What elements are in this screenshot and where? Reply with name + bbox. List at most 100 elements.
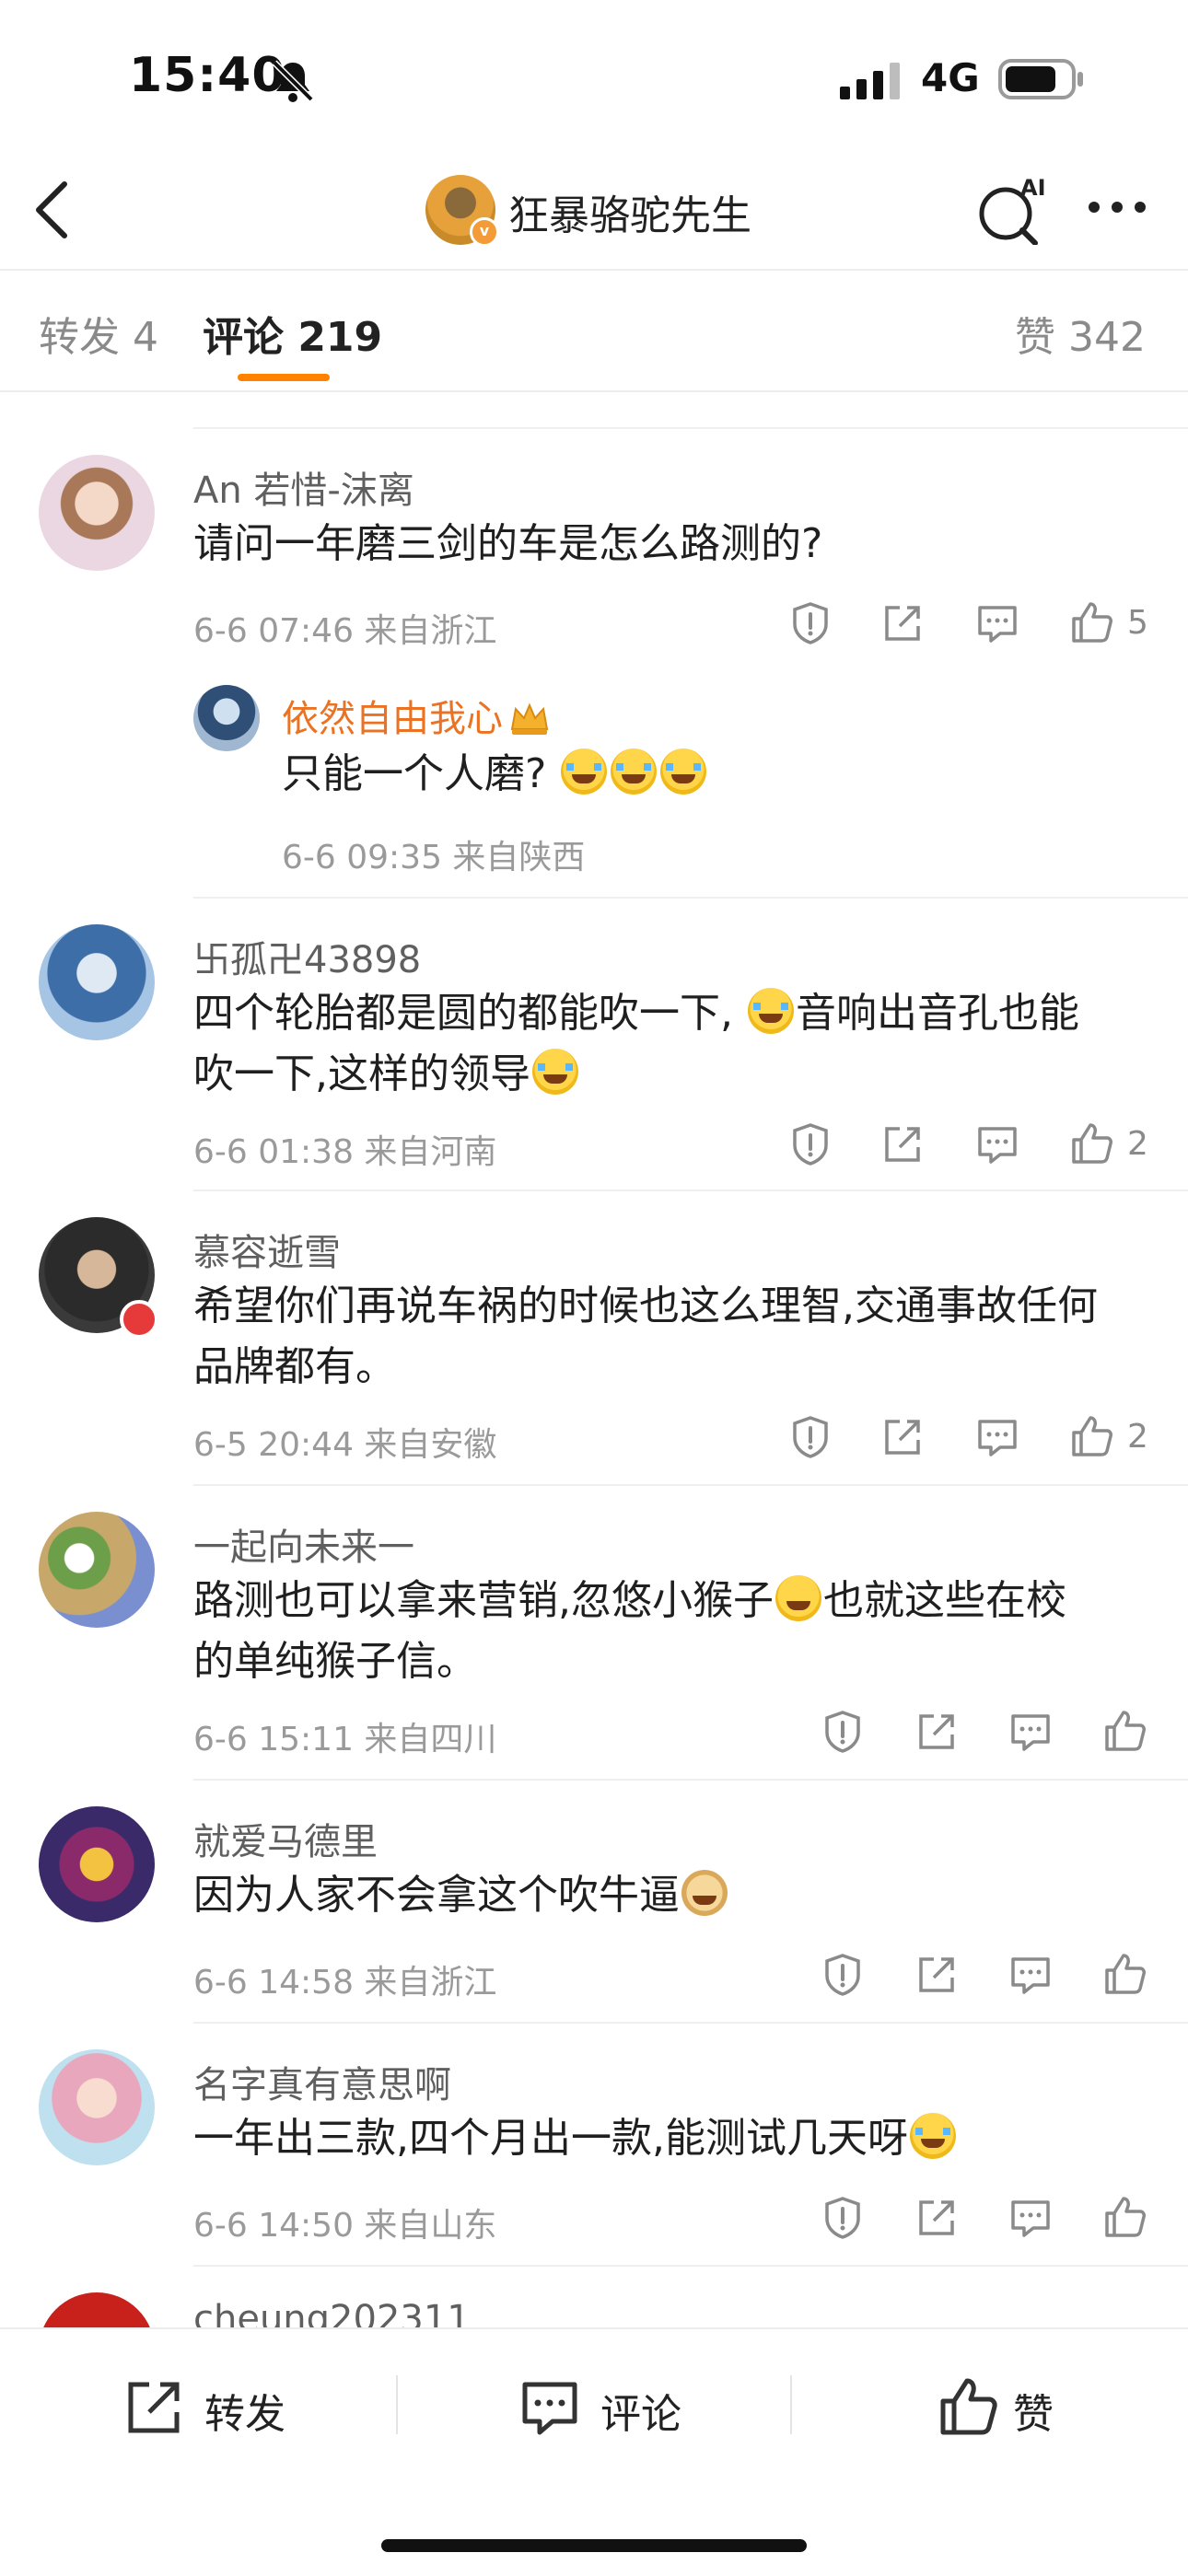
laugh-cry-emoji-icon [561,748,608,795]
comment-username[interactable]: An 若惜-沫离 [193,460,414,514]
comment-meta: 6-6 14:58 来自浙江 [193,1964,497,2002]
share-icon[interactable] [914,1952,960,1998]
network-type: 4G [921,55,980,100]
comment-username[interactable]: 卐孤卍43898 [193,930,421,983]
more-options-icon[interactable] [1085,193,1149,221]
ai-search-icon[interactable]: AI [974,171,1048,245]
mute-bell-icon [272,60,314,102]
comment-text: 一年出三款,四个月出一款,能测试几天呀 [193,2108,1188,2169]
comment-meta: 6-6 07:46 来自浙江 [193,612,497,650]
laugh-cry-emoji-icon [748,988,794,1034]
reply-icon[interactable] [1007,1952,1054,1998]
comment-text: 请问一年磨三剑的车是怎么路测的? [193,520,823,567]
reply-avatar[interactable] [193,685,260,751]
laugh-cry-emoji-icon [532,1049,578,1095]
battery-icon [998,59,1083,99]
laughing-emoji-icon [775,1575,821,1621]
comment-meta: 6-6 14:50 来自山东 [193,2207,497,2245]
tab-comments[interactable]: 评论 219 [203,304,382,363]
row-separator [193,2022,1188,2024]
like-count: 5 [1127,604,1148,642]
report-icon[interactable] [820,2195,866,2241]
share-icon[interactable] [879,1414,926,1460]
row-separator [193,2265,1188,2267]
bottom-divider [790,2375,792,2434]
laugh-cry-emoji-icon [611,748,658,795]
like-thumb-icon[interactable] [1101,1707,1147,1753]
reply-meta: 6-6 09:35 来自陕西 [282,839,586,876]
comment-meta: 6-6 01:38 来自河南 [193,1133,497,1171]
like-thumb-icon[interactable] [1068,1412,1114,1458]
comment-label: 评论 [600,2391,681,2438]
author-avatar[interactable]: v [425,175,499,247]
reply-icon[interactable] [1007,1709,1054,1755]
like-thumb-icon [940,2378,997,2435]
share-icon[interactable] [914,2195,960,2241]
like-label: 赞 [1013,2391,1054,2438]
avatar[interactable] [39,2049,155,2165]
share-icon[interactable] [879,600,926,646]
like-thumb-icon[interactable] [1068,598,1114,644]
comment-button[interactable]: 评论 [518,2373,794,2447]
report-icon[interactable] [787,1414,833,1460]
comment-meta: 6-5 20:44 来自安徽 [193,1426,497,1464]
repost-button[interactable]: 转发 [122,2373,398,2447]
status-time: 15:40 [129,48,286,103]
like-count: 2 [1127,1125,1148,1163]
reply-icon[interactable] [974,1121,1020,1167]
laugh-cry-emoji-icon [660,748,707,795]
avatar[interactable] [39,455,155,571]
comment-meta: 6-6 15:11 来自四川 [193,1721,497,1758]
avatar[interactable] [39,1806,155,1922]
comment-username[interactable]: 慕容逝雪 [193,1223,341,1276]
bottom-divider [396,2375,398,2434]
home-indicator[interactable] [381,2539,807,2552]
avatar[interactable] [39,1512,155,1628]
reply-icon[interactable] [1007,2195,1054,2241]
back-chevron-icon[interactable] [28,177,83,243]
reply-text: 只能一个人磨? [282,744,1111,805]
signal-icon [840,63,900,99]
tabs-divider [0,390,1188,392]
active-tab-indicator [238,374,330,381]
reply-username[interactable]: 依然自由我心 [282,689,551,742]
doge-emoji-icon [681,1870,728,1916]
like-thumb-icon[interactable] [1101,2193,1147,2239]
comment-text: 四个轮胎都是圆的都能吹一下, 音响出音孔也能 吹一下,这样的领导 [193,988,1079,1097]
report-icon[interactable] [820,1952,866,1998]
red-badge-icon [120,1300,158,1339]
comment-username[interactable]: 就爱马德里 [193,1812,378,1865]
avatar[interactable] [39,924,155,1040]
reply-icon[interactable] [974,1414,1020,1460]
report-icon[interactable] [787,1121,833,1167]
tab-likes[interactable]: 赞 342 [1015,304,1146,363]
row-separator [193,427,1188,429]
laugh-cry-emoji-icon [909,2113,956,2159]
row-separator [193,1189,1188,1191]
row-separator [193,1779,1188,1781]
comment-text: 因为人家不会拿这个吹牛逼 [193,1865,1188,1926]
reply-icon[interactable] [974,600,1020,646]
row-separator [193,897,1188,899]
report-icon[interactable] [787,600,833,646]
like-count: 2 [1127,1418,1148,1456]
share-icon[interactable] [879,1121,926,1167]
comment-text: 希望你们再说车祸的时候也这么理智,交通事故任何 品牌都有。 [193,1282,1098,1390]
ai-label: AI [1020,175,1046,201]
like-button[interactable]: 赞 [936,2373,1120,2447]
vip-crown-icon [510,702,549,735]
report-icon[interactable] [820,1709,866,1755]
author-name[interactable]: 狂暴骆驼先生 [508,182,751,241]
like-thumb-icon[interactable] [1101,1950,1147,1996]
comment-text: 路测也可以拿来营销,忽悠小猴子 也就这些在校 的单纯猴子信。 [193,1575,1066,1685]
repost-label: 转发 [204,2391,285,2438]
repost-icon [128,2382,180,2433]
share-icon[interactable] [914,1709,960,1755]
verified-badge-icon: v [470,217,499,247]
row-separator [193,1484,1188,1486]
nav-divider [0,269,1188,271]
comment-username[interactable]: 名字真有意思啊 [193,2055,451,2108]
tab-repost[interactable]: 转发 4 [39,304,158,363]
like-thumb-icon[interactable] [1068,1120,1114,1166]
comment-username[interactable]: 一起向未来一 [193,1517,414,1571]
